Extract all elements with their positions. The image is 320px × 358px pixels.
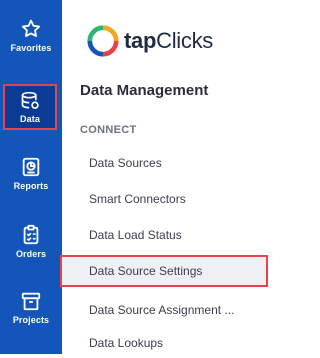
report-icon bbox=[22, 157, 40, 177]
menu-item-data-sources[interactable]: Data Sources bbox=[62, 148, 256, 178]
rail-item-reports[interactable]: Reports bbox=[0, 150, 62, 206]
menu-item-label: Data Source Settings bbox=[89, 264, 203, 278]
menu-item-label: Data Source Assignment ... bbox=[89, 303, 235, 317]
rail-item-data[interactable]: Data bbox=[3, 84, 57, 130]
brand-name-clicks: Clicks bbox=[156, 28, 213, 53]
rail-label-orders: Orders bbox=[15, 249, 47, 259]
menu-item-label: Data Load Status bbox=[89, 228, 182, 242]
panel-title: Data Management bbox=[80, 82, 209, 99]
group-label-connect: CONNECT bbox=[80, 124, 137, 136]
tapclicks-logo-icon bbox=[87, 25, 119, 57]
menu-item-data-source-assignment[interactable]: Data Source Assignment ... bbox=[62, 295, 256, 325]
side-panel: tapClicks Data Management CONNECT Data S… bbox=[60, 0, 268, 354]
menu-item-data-load-status[interactable]: Data Load Status bbox=[62, 220, 256, 250]
database-icon bbox=[21, 91, 39, 109]
nav-rail: Favorites Data Reports Orders Projects bbox=[0, 0, 62, 354]
menu-item-label: Data Lookups bbox=[89, 336, 164, 350]
star-icon bbox=[21, 19, 41, 37]
rail-item-orders[interactable]: Orders bbox=[0, 218, 62, 274]
rail-label-projects: Projects bbox=[12, 315, 50, 325]
rail-label-favorites: Favorites bbox=[10, 43, 52, 53]
brand-name-tap: tap bbox=[124, 28, 157, 53]
brand-name: tapClicks bbox=[124, 28, 213, 54]
rail-label-reports: Reports bbox=[13, 181, 49, 191]
menu-item-label: Data Sources bbox=[89, 156, 162, 170]
rail-label-data: Data bbox=[20, 114, 40, 124]
clipboard-icon bbox=[23, 224, 39, 245]
brand-logo[interactable]: tapClicks bbox=[86, 24, 213, 58]
rail-item-favorites[interactable]: Favorites bbox=[0, 12, 62, 68]
menu-item-label: Smart Connectors bbox=[89, 192, 186, 206]
menu-item-smart-connectors[interactable]: Smart Connectors bbox=[62, 184, 256, 214]
rail-item-projects[interactable]: Projects bbox=[0, 284, 62, 340]
menu-item-data-source-settings[interactable]: Data Source Settings bbox=[60, 255, 268, 287]
projects-icon bbox=[21, 292, 41, 311]
